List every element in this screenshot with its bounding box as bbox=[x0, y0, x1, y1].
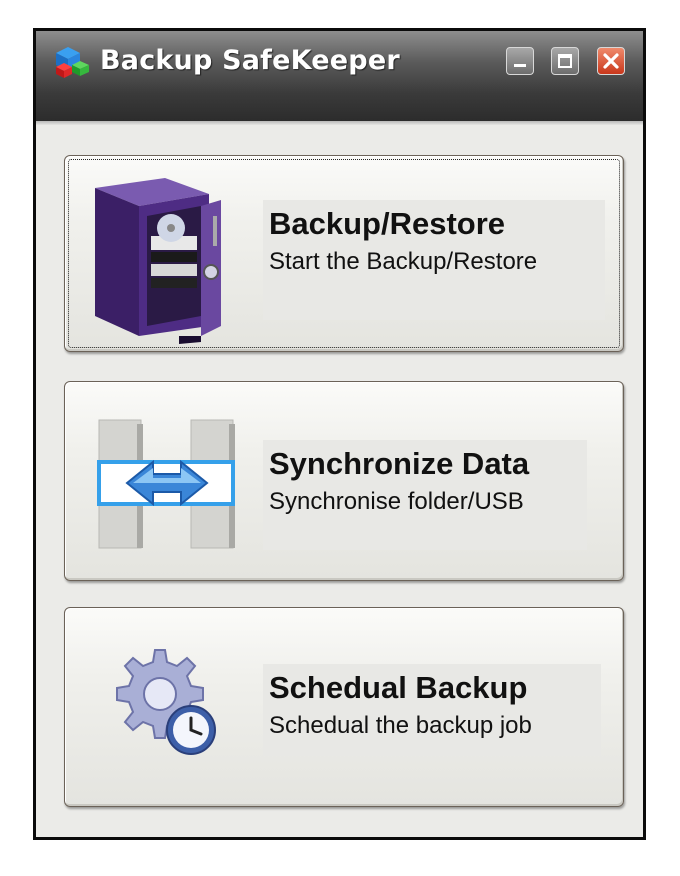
schedual-backup-text: Schedual Backup Schedual the backup job bbox=[263, 664, 601, 756]
safe-icon bbox=[95, 178, 221, 344]
synchronize-data-button[interactable]: Synchronize Data Synchronise folder/USB bbox=[64, 381, 624, 581]
schedual-backup-heading: Schedual Backup bbox=[269, 670, 528, 705]
backup-restore-button[interactable]: Backup/Restore Start the Backup/Restore bbox=[64, 155, 624, 352]
synchronize-data-text: Synchronize Data Synchronise folder/USB bbox=[263, 440, 587, 550]
gear-clock-icon bbox=[116, 649, 216, 755]
backup-restore-text: Backup/Restore Start the Backup/Restore bbox=[263, 200, 605, 320]
minimize-icon bbox=[514, 64, 526, 67]
backup-restore-subtitle: Start the Backup/Restore bbox=[269, 248, 538, 275]
close-button[interactable] bbox=[597, 47, 625, 75]
close-icon bbox=[603, 53, 619, 69]
synchronize-data-heading: Synchronize Data bbox=[269, 446, 530, 481]
window-title: Backup SafeKeeper bbox=[100, 45, 400, 76]
app-logo-icon bbox=[56, 47, 89, 78]
minimize-button[interactable] bbox=[506, 47, 534, 75]
synchronize-data-subtitle: Synchronise folder/USB bbox=[269, 488, 524, 515]
main-panel: Backup/Restore Start the Backup/Restore … bbox=[36, 125, 643, 837]
schedual-backup-button[interactable]: Schedual Backup Schedual the backup job bbox=[64, 607, 624, 807]
sync-arrows-icon bbox=[97, 419, 235, 549]
title-bar[interactable]: Backup SafeKeeper bbox=[36, 31, 643, 125]
maximize-button[interactable] bbox=[551, 47, 579, 75]
schedual-backup-subtitle: Schedual the backup job bbox=[269, 712, 532, 739]
app-window: Backup SafeKeeper Backup/Restore Start t… bbox=[33, 28, 646, 840]
maximize-icon bbox=[558, 54, 572, 68]
backup-restore-heading: Backup/Restore bbox=[269, 206, 506, 241]
